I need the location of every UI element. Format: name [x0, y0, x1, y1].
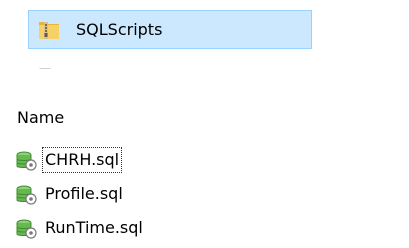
- file-name: CHRH.sql: [41, 147, 123, 173]
- file-list: CHRH.sql Profile.sql RunTime.sql: [16, 145, 256, 247]
- list-item[interactable]: RunTime.sql: [16, 213, 256, 247]
- list-item[interactable]: CHRH.sql: [16, 145, 256, 179]
- file-name: RunTime.sql: [45, 218, 143, 237]
- name-column-header[interactable]: Name: [17, 107, 64, 129]
- sql-file-icon: [16, 218, 38, 240]
- selected-folder-row[interactable]: SQLScripts: [28, 10, 312, 49]
- list-item[interactable]: Profile.sql: [16, 179, 256, 213]
- file-name: Profile.sql: [45, 184, 123, 203]
- sql-file-icon: [16, 150, 38, 172]
- folder-name: SQLScripts: [76, 20, 163, 39]
- zip-folder-icon: [38, 19, 60, 40]
- file-icon: [38, 61, 60, 69]
- sql-file-icon: [16, 184, 38, 206]
